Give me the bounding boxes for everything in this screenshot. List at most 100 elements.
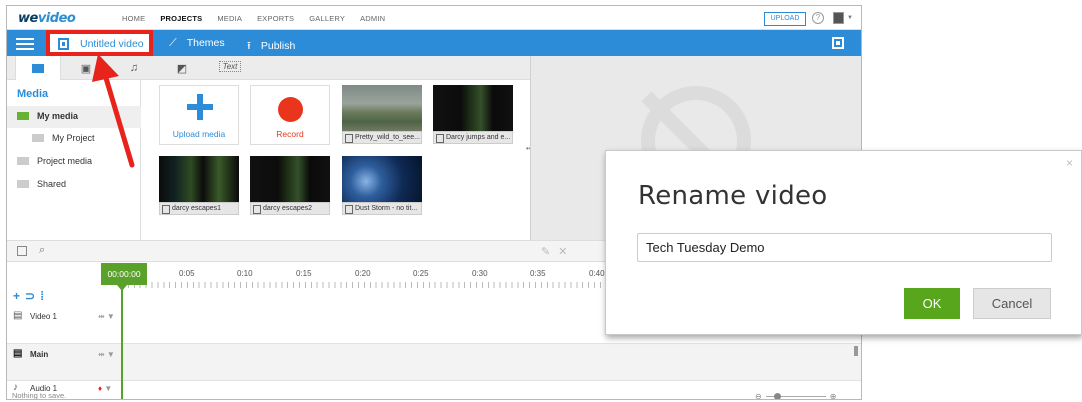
clip-thumbnail — [250, 156, 330, 202]
film-icon: ▤ — [13, 310, 23, 321]
nav-projects[interactable]: PROJECTS — [160, 14, 202, 23]
nav-links: HOME PROJECTS MEDIA EXPORTS GALLERY ADMI… — [122, 14, 400, 23]
track-controls[interactable]: ⇹ ▼ — [98, 350, 115, 359]
themes-label: Themes — [186, 37, 225, 49]
playhead-time[interactable]: 00:00:00 — [101, 263, 147, 285]
zoom-slider-knob[interactable] — [773, 393, 781, 399]
add-track-icon[interactable]: + — [13, 289, 25, 303]
media-clip[interactable]: darcy escapes2 — [250, 156, 330, 216]
folder-icon — [32, 134, 44, 142]
tab-audio[interactable]: ♫ — [111, 56, 157, 80]
help-icon[interactable]: ? — [812, 12, 824, 24]
nav-gallery[interactable]: GALLERY — [309, 14, 345, 23]
cancel-button[interactable]: Cancel — [973, 288, 1051, 319]
film-strip-icon: ▣ — [80, 63, 92, 75]
sidebar-item-my-media[interactable]: My media — [7, 106, 141, 128]
tick-label: 0:15 — [296, 269, 312, 278]
clip-thumbnail — [342, 156, 422, 202]
zoom-slider[interactable] — [765, 393, 826, 399]
nav-media[interactable]: MEDIA — [217, 14, 242, 23]
clip-thumbnail — [433, 85, 513, 131]
tab-transitions-library[interactable]: ▣ — [63, 56, 109, 80]
chevron-down-icon[interactable]: ▼ — [847, 15, 853, 21]
record-icon — [278, 97, 303, 122]
sidebar-item-project-media[interactable]: Project media — [7, 151, 141, 173]
tick-label: 0:40 — [589, 269, 605, 278]
track-audio-1[interactable] — [123, 381, 861, 399]
folder-icon — [17, 112, 29, 120]
edit-tools: ✎✕ — [541, 246, 576, 258]
track-controls[interactable]: ⇹ ▼ — [98, 312, 115, 321]
track-name: Video 1 — [30, 312, 57, 321]
publish-button[interactable]: ⭱ Publish — [247, 37, 295, 56]
upload-media-tile[interactable]: Upload media — [159, 85, 239, 145]
tab-media[interactable] — [15, 56, 61, 80]
track-header-video-1[interactable]: ▤ Video 1 ⇹ ▼ — [7, 306, 121, 344]
music-note-icon: ♫ — [129, 62, 139, 74]
clip-name: Dust Storm - no tit... — [342, 202, 422, 215]
editor-toolbar: Untitled video ⟋ Themes ⭱ Publish — [7, 30, 861, 56]
publish-label: Publish — [260, 40, 296, 52]
nav-exports[interactable]: EXPORTS — [257, 14, 294, 23]
top-navigation: wevideo HOME PROJECTS MEDIA EXPORTS GALL… — [7, 6, 861, 30]
media-clip[interactable]: darcy escapes1 — [159, 156, 239, 216]
track-controls[interactable]: ♦ ▼ — [98, 384, 112, 393]
timeline-scrollbar[interactable] — [854, 346, 858, 356]
zoom-out-icon[interactable]: ⊖ — [755, 392, 762, 399]
expand-icon[interactable] — [832, 37, 844, 49]
clip-name: Pretty_wild_to_see... — [342, 131, 422, 144]
dialog-title: Rename video — [638, 181, 828, 211]
media-clip[interactable]: Darcy jumps and e... — [433, 85, 513, 145]
nav-admin[interactable]: ADMIN — [360, 14, 385, 23]
sidebar-item-label: My media — [37, 111, 79, 121]
magnet-icon[interactable]: ⊃ — [25, 289, 40, 303]
transition-icon: ◩ — [176, 63, 188, 75]
film-icon: ▤ — [13, 348, 23, 359]
tick-label: 0:30 — [472, 269, 488, 278]
tick-label: 0:05 — [179, 269, 195, 278]
plus-icon — [187, 94, 213, 120]
tab-text[interactable]: Text — [207, 56, 253, 80]
track-header-main[interactable]: ▤ Main ⇹ ▼ — [7, 344, 121, 381]
timeline-zoom[interactable]: ⊖ ⊕ — [755, 392, 837, 399]
folder-icon — [32, 64, 44, 73]
avatar[interactable] — [833, 12, 844, 24]
themes-button[interactable]: ⟋ Themes — [169, 37, 225, 50]
mic-icon[interactable]: ♦ — [98, 384, 102, 393]
track-main[interactable] — [123, 344, 861, 381]
wevideo-logo[interactable]: wevideo — [18, 11, 76, 26]
collapse-icon[interactable] — [17, 246, 27, 256]
close-icon[interactable]: × — [1066, 156, 1073, 170]
tick-label: 0:35 — [530, 269, 546, 278]
sidebar-item-label: My Project — [52, 133, 95, 143]
clip-thumbnail — [342, 85, 422, 131]
upload-media-label: Upload media — [172, 129, 226, 139]
video-title: Untitled video — [80, 38, 144, 50]
record-tile[interactable]: Record — [250, 85, 330, 145]
tab-transitions[interactable]: ◩ — [159, 56, 205, 80]
split-icon[interactable]: ⁞ — [40, 289, 49, 303]
playhead-line — [121, 285, 123, 399]
save-status: Nothing to save. — [12, 391, 67, 400]
video-name-input[interactable] — [637, 233, 1052, 262]
media-clip[interactable]: Pretty_wild_to_see... — [342, 85, 422, 145]
menu-icon[interactable] — [16, 38, 34, 50]
upload-button[interactable]: UPLOAD — [764, 12, 806, 26]
clip-name: darcy escapes2 — [250, 202, 330, 215]
media-tabs: ▣ ♫ ◩ Text — [7, 56, 530, 80]
nav-home[interactable]: HOME — [122, 14, 145, 23]
zoom-in-icon[interactable]: ⊕ — [830, 392, 837, 399]
clip-name: darcy escapes1 — [159, 202, 239, 215]
ok-button[interactable]: OK — [904, 288, 960, 319]
folder-icon — [17, 180, 29, 188]
sidebar-item-my-project[interactable]: My Project — [7, 128, 141, 150]
clip-name: Darcy jumps and e... — [433, 131, 513, 144]
logo-prefix: we — [18, 11, 38, 26]
search-icon[interactable]: ⌕ — [39, 244, 45, 257]
tick-label: 0:25 — [413, 269, 429, 278]
media-clip[interactable]: Dust Storm - no tit... — [342, 156, 422, 216]
record-label: Record — [276, 129, 304, 139]
sidebar-item-shared[interactable]: Shared — [7, 174, 141, 196]
track-name: Main — [30, 350, 49, 359]
video-title-button[interactable]: Untitled video — [46, 30, 153, 56]
